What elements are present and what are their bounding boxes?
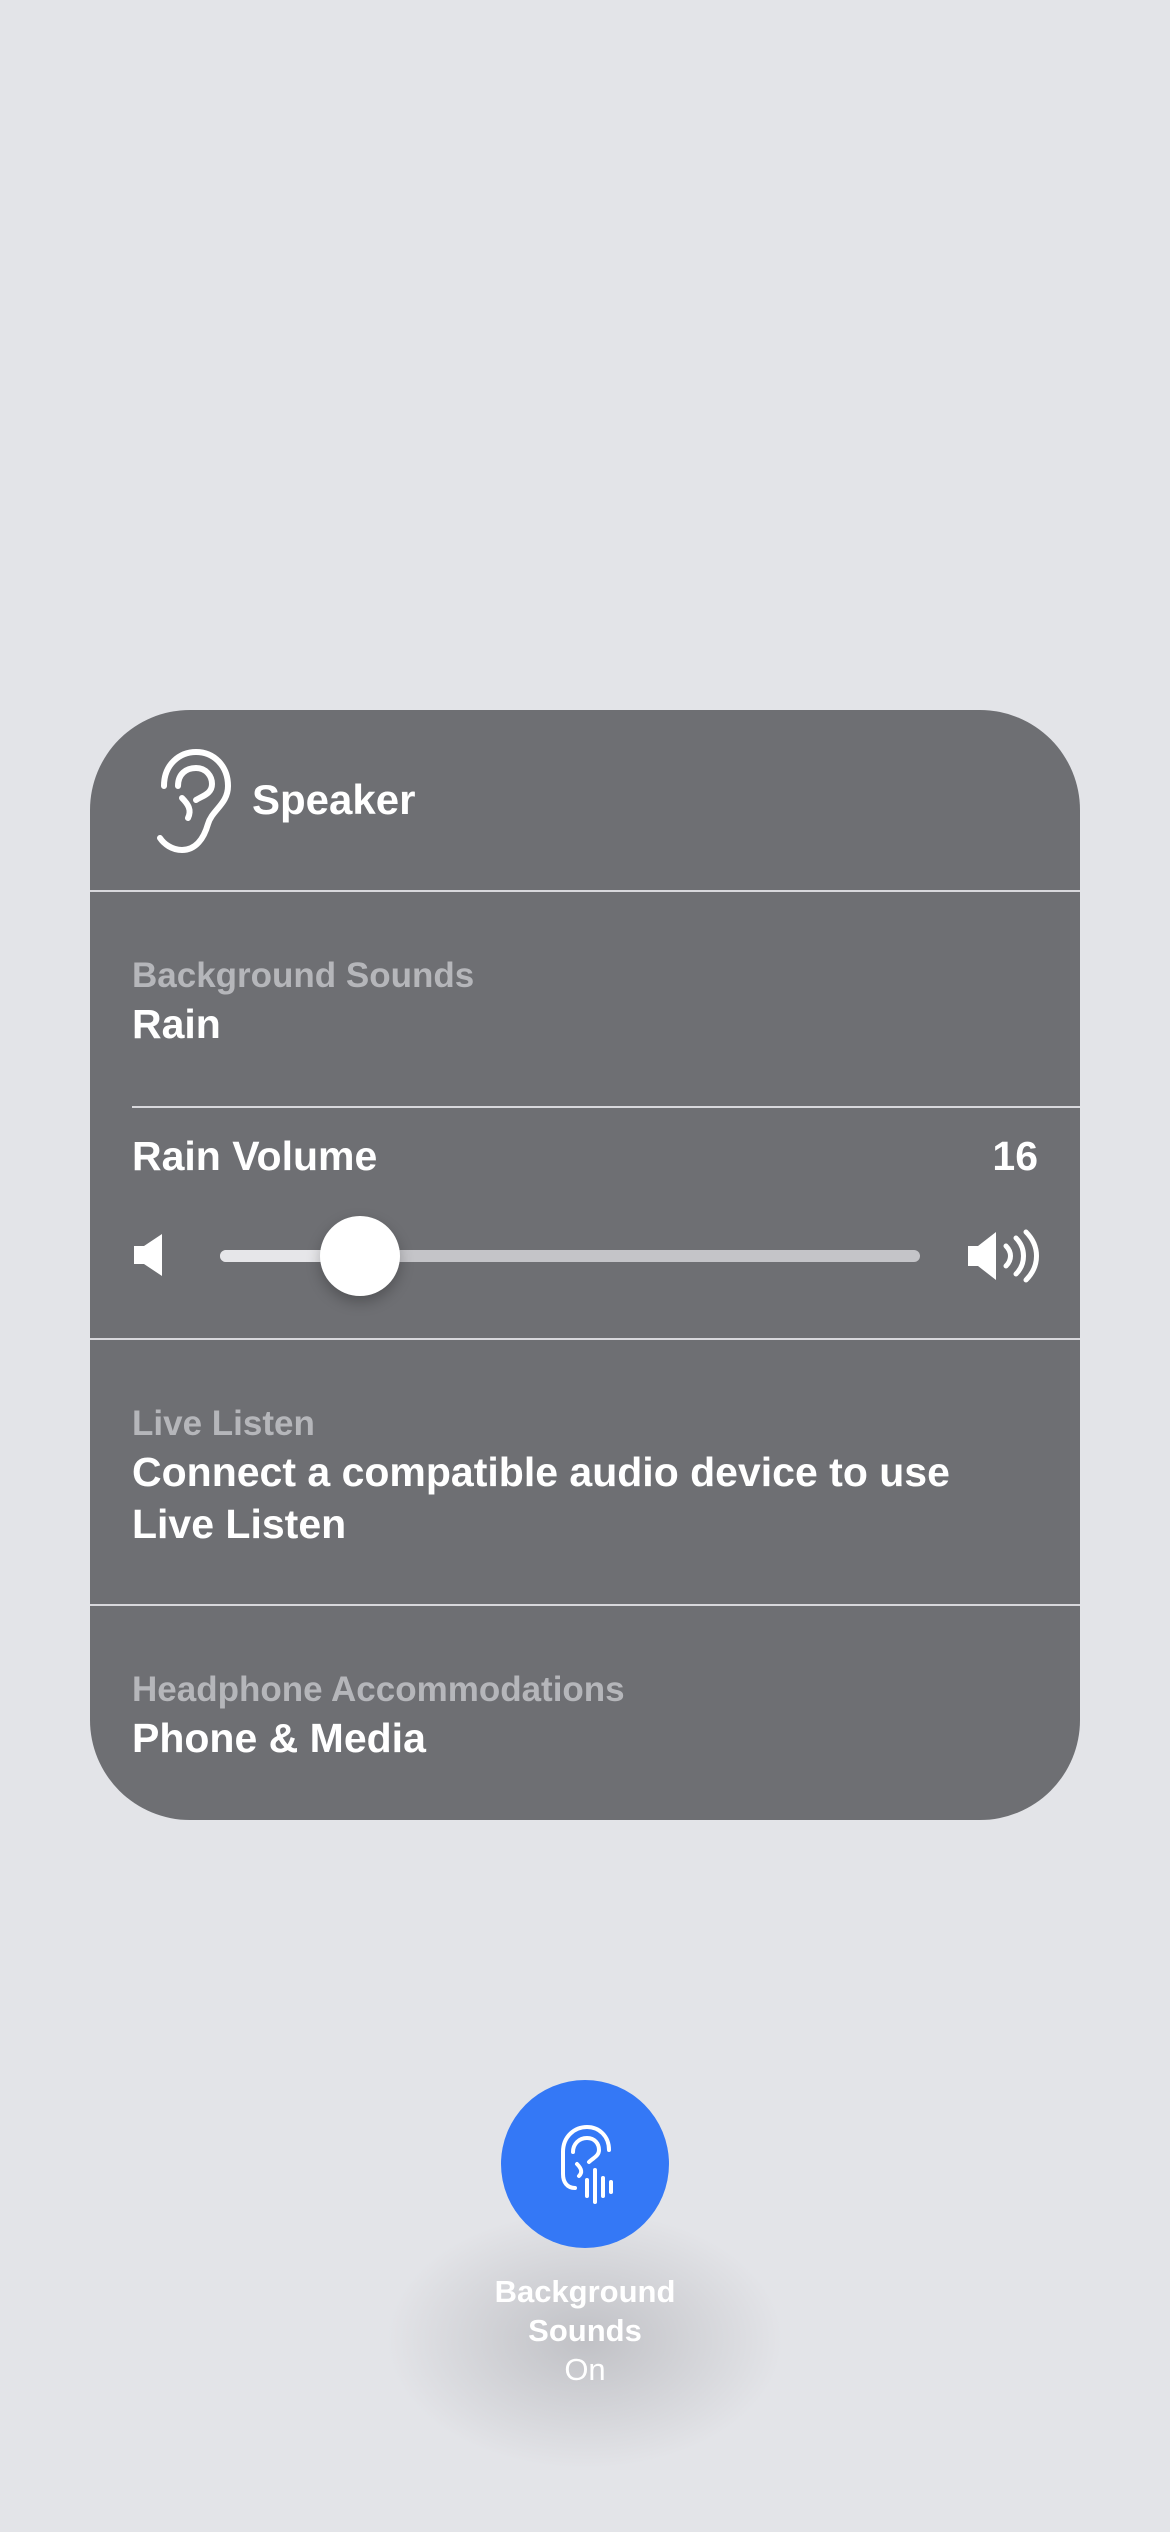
ear-icon [157,749,231,853]
slider-thumb[interactable] [320,1216,400,1296]
divider [90,1604,1080,1606]
live-listen-text-line2: Live Listen [132,1501,347,1547]
divider [90,1338,1080,1340]
background-sounds-row[interactable]: Background Sounds Rain [132,954,1038,1050]
live-listen-text-line1: Connect a compatible audio device to use [132,1449,950,1495]
speaker-high-icon [968,1229,1039,1283]
headphone-accommodations-row[interactable]: Headphone Accommodations Phone & Media [132,1668,1038,1764]
background-sounds-toggle-button[interactable] [501,2080,669,2248]
speaker-low-icon [134,1234,162,1276]
toggle-title-line2: Sounds [528,2313,642,2348]
live-listen-label: Live Listen [132,1404,315,1443]
divider [90,890,1080,892]
toggle-title-line1: Background [494,2274,676,2309]
background-sounds-toggle-area: Background Sounds On [0,2080,1170,2470]
rain-volume-slider[interactable] [220,1216,920,1296]
headphone-accommodations-label: Headphone Accommodations [132,1670,625,1709]
hearing-panel: Speaker Background Sounds Rain Rain Volu… [90,710,1080,1820]
rain-volume-value: 16 [992,1133,1038,1179]
divider [132,1106,1080,1108]
headphone-accommodations-value: Phone & Media [132,1715,426,1761]
background-sounds-label: Background Sounds [132,956,475,995]
ear-sound-icon [561,2125,613,2204]
toggle-state: On [564,2352,606,2387]
background-sounds-value: Rain [132,1001,221,1047]
live-listen-row[interactable]: Live Listen Connect a compatible audio d… [132,1402,1038,1550]
panel-title: Speaker [252,776,416,823]
rain-volume-label: Rain Volume [132,1133,378,1179]
panel-header: Speaker [90,710,1080,890]
